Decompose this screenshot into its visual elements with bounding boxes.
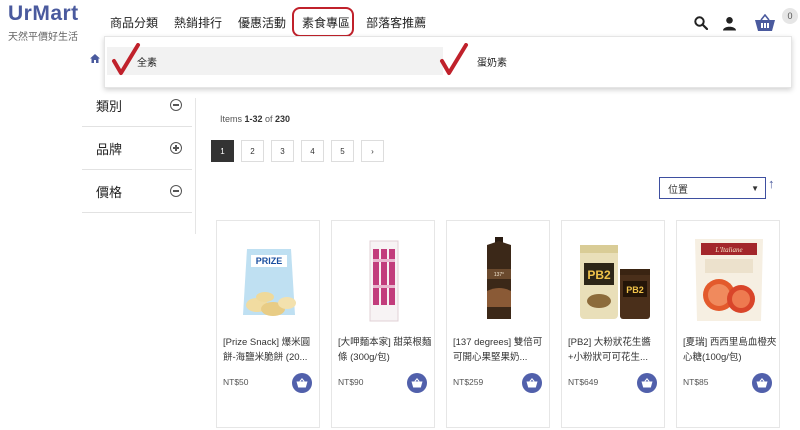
- main-nav: 商品分類 熱銷排行 優惠活動 素食專區 部落客推薦: [106, 7, 438, 37]
- dropdown-item-lacto-ovo[interactable]: 蛋奶素: [447, 47, 747, 75]
- page-button-2[interactable]: 2: [241, 140, 264, 162]
- nav-item-categories[interactable]: 商品分類: [106, 14, 162, 31]
- filter-category[interactable]: 類別: [82, 84, 192, 127]
- cart-icon: [526, 378, 538, 388]
- page-button-3[interactable]: 3: [271, 140, 294, 162]
- pagination: 1 2 3 4 5 ›: [211, 140, 384, 162]
- chevron-down-icon: ▼: [751, 184, 759, 193]
- add-to-cart-button[interactable]: [292, 373, 312, 393]
- page-button-4[interactable]: 4: [301, 140, 324, 162]
- svg-text:PB2: PB2: [626, 285, 644, 295]
- page-button-5[interactable]: 5: [331, 140, 354, 162]
- filter-price-label: 價格: [96, 184, 123, 200]
- dropdown-item-lacto-ovo-label: 蛋奶素: [477, 57, 507, 69]
- home-icon[interactable]: [90, 54, 100, 63]
- page-button-1[interactable]: 1: [211, 140, 234, 162]
- vegetarian-dropdown: 全素 蛋奶素: [104, 36, 792, 88]
- product-image[interactable]: PB2 PB2: [570, 229, 658, 327]
- product-card[interactable]: 137° [137 degrees] 雙倍可可開心果堅果奶... NT$259: [446, 220, 550, 428]
- svg-text:L'Italiane: L'Italiane: [714, 246, 742, 254]
- product-price: NT$649: [568, 377, 599, 387]
- svg-text:PB2: PB2: [587, 268, 611, 282]
- dropdown-item-vegan[interactable]: 全素: [107, 47, 443, 75]
- filter-brand-label: 品牌: [96, 141, 123, 157]
- product-image[interactable]: PRIZE: [225, 229, 313, 327]
- cart-count-badge: 0: [782, 8, 798, 24]
- filter-brand[interactable]: 品牌: [82, 127, 192, 170]
- site-logo[interactable]: UrMart: [8, 2, 79, 26]
- product-price: NT$85: [683, 377, 709, 387]
- cart-icon: [296, 378, 308, 388]
- checkmark-icon: [112, 43, 140, 75]
- header-actions: 0: [690, 8, 800, 38]
- checkmark-icon: [440, 43, 468, 75]
- account-icon[interactable]: [718, 12, 740, 34]
- product-image[interactable]: [340, 229, 428, 327]
- sort-select-value: 位置: [668, 184, 688, 196]
- expand-icon[interactable]: [170, 142, 182, 154]
- product-image[interactable]: L'Italiane: [685, 229, 773, 327]
- svg-text:137°: 137°: [494, 272, 504, 278]
- product-card[interactable]: PRIZE [Prize Snack] 爆米圓餅-海鹽米脆餅 (20... NT…: [216, 220, 320, 428]
- site-tagline: 天然平價好生活: [8, 32, 78, 43]
- product-card[interactable]: PB2 PB2 [PB2] 大粉狀花生醬+小粉狀可可花生... NT$649: [561, 220, 665, 428]
- filter-price[interactable]: 價格: [82, 170, 192, 213]
- nav-item-blogger-picks[interactable]: 部落客推薦: [362, 14, 430, 31]
- filter-category-label: 類別: [96, 98, 123, 114]
- product-name[interactable]: [Prize Snack] 爆米圓餅-海鹽米脆餅 (20...: [223, 335, 317, 365]
- product-name[interactable]: [夏瑞] 西西里島血橙夾心糖(100g/包): [683, 335, 777, 365]
- cart-icon: [641, 378, 653, 388]
- add-to-cart-button[interactable]: [522, 373, 542, 393]
- items-count: Items 1-32 of 230: [220, 114, 291, 124]
- filter-sidebar: 類別 品牌 價格: [82, 84, 192, 213]
- product-card[interactable]: L'Italiane [夏瑞] 西西里島血橙夾心糖(100g/包) NT$85: [676, 220, 780, 428]
- search-icon[interactable]: [690, 12, 712, 34]
- svg-text:PRIZE: PRIZE: [256, 256, 283, 266]
- collapse-icon[interactable]: [170, 99, 182, 111]
- product-image[interactable]: 137°: [455, 229, 543, 327]
- cart-icon: [411, 378, 423, 388]
- sort-direction-icon[interactable]: ↑: [768, 176, 775, 191]
- sort-select[interactable]: 位置 ▼: [659, 177, 766, 199]
- site-header: UrMart 天然平價好生活 商品分類 熱銷排行 優惠活動 素食專區 部落客推薦…: [0, 0, 800, 43]
- cart-icon[interactable]: [752, 12, 778, 34]
- nav-item-promotions[interactable]: 優惠活動: [234, 14, 290, 31]
- add-to-cart-button[interactable]: [407, 373, 427, 393]
- cart-icon: [756, 378, 768, 388]
- add-to-cart-button[interactable]: [637, 373, 657, 393]
- product-grid: PRIZE [Prize Snack] 爆米圓餅-海鹽米脆餅 (20... NT…: [216, 220, 780, 428]
- add-to-cart-button[interactable]: [752, 373, 772, 393]
- product-price: NT$259: [453, 377, 484, 387]
- next-page-button[interactable]: ›: [361, 140, 384, 162]
- product-card[interactable]: [大呷麵本家] 甜菜根麵條 (300g/包) NT$90: [331, 220, 435, 428]
- collapse-icon[interactable]: [170, 185, 182, 197]
- nav-item-bestsellers[interactable]: 熱銷排行: [170, 14, 226, 31]
- product-name[interactable]: [PB2] 大粉狀花生醬+小粉狀可可花生...: [568, 335, 662, 365]
- product-price: NT$90: [338, 377, 364, 387]
- nav-item-vegetarian[interactable]: 素食專區: [292, 7, 355, 37]
- sidebar-divider: [195, 98, 196, 234]
- product-price: NT$50: [223, 377, 249, 387]
- product-name[interactable]: [大呷麵本家] 甜菜根麵條 (300g/包): [338, 335, 432, 365]
- product-name[interactable]: [137 degrees] 雙倍可可開心果堅果奶...: [453, 335, 547, 365]
